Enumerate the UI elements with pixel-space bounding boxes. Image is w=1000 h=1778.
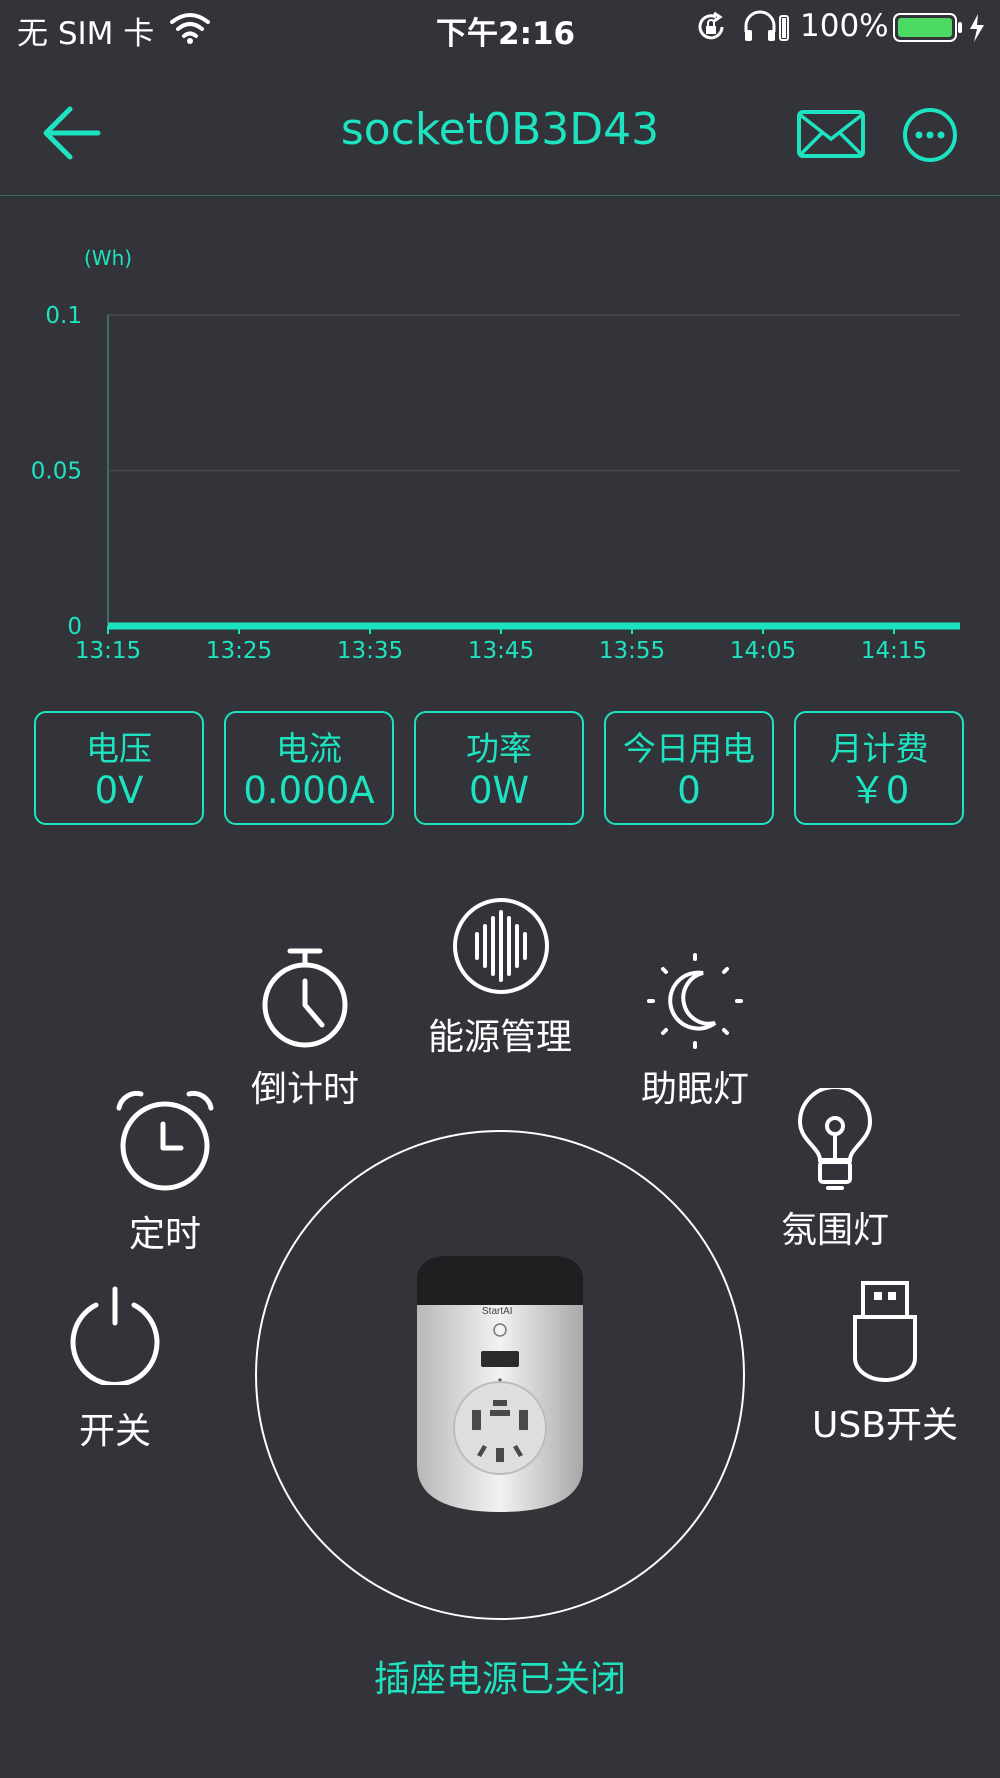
- power-switch-button[interactable]: 开关: [60, 1285, 170, 1452]
- chart-x-tick-label: 14:05: [730, 638, 796, 664]
- stat-label: 电流: [276, 729, 342, 768]
- page-title: socket0B3D43: [340, 104, 660, 155]
- stat-today-usage: 今日用电 0: [604, 711, 774, 825]
- stat-label: 今日用电: [623, 729, 755, 768]
- stat-voltage: 电压 0V: [34, 711, 204, 825]
- stat-power: 功率 0W: [414, 711, 584, 825]
- waveform-icon: [453, 898, 549, 994]
- battery-icon: [893, 13, 984, 42]
- device-status-text: 插座电源已关闭: [373, 1659, 626, 1700]
- usb-switch-label: USB开关: [812, 1405, 958, 1446]
- stat-value: 0V: [94, 769, 144, 812]
- header-divider: [0, 195, 1000, 196]
- sleep-light-button[interactable]: 助眠灯: [620, 945, 770, 1110]
- socket-device-image: StartAI: [417, 1256, 583, 1512]
- stat-label: 电压: [86, 729, 152, 768]
- energy-management-label: 能源管理: [427, 1017, 572, 1058]
- alarm-clock-icon: [116, 1091, 214, 1191]
- ambient-light-button[interactable]: 氛围灯: [770, 1085, 900, 1251]
- chart-x-tick-label: 13:35: [337, 638, 403, 664]
- battery-percent: 100%: [800, 8, 889, 44]
- chart-y-tick-label: 0.1: [45, 303, 82, 329]
- rotation-lock-icon: [698, 11, 724, 40]
- device-brand: StartAI: [482, 1306, 513, 1317]
- light-bulb-icon: [797, 1088, 873, 1190]
- chart-y-tick-label: 0: [67, 614, 82, 640]
- wifi-icon: [170, 13, 210, 44]
- stat-value: 0: [677, 769, 701, 812]
- moon-icon: [647, 953, 743, 1049]
- chart-y-tick-label: 0.05: [31, 459, 82, 485]
- chart-x-tick-label: 13:15: [75, 638, 141, 664]
- headphones-icon: [744, 10, 789, 41]
- stat-current: 电流 0.000A: [224, 711, 394, 825]
- chart-x-tick-label: 13:55: [599, 638, 665, 664]
- usb-icon: [853, 1281, 917, 1382]
- sleep-light-label: 助眠灯: [640, 1069, 749, 1110]
- stat-monthly-fee: 月计费 ￥0: [794, 711, 964, 825]
- energy-management-button[interactable]: 能源管理: [420, 890, 580, 1058]
- more-icon[interactable]: [902, 107, 958, 163]
- stat-value: ￥0: [848, 769, 910, 812]
- countdown-label: 倒计时: [250, 1069, 359, 1110]
- countdown-button[interactable]: 倒计时: [235, 945, 375, 1110]
- power-switch-label: 开关: [78, 1411, 151, 1452]
- timer-label: 定时: [128, 1214, 201, 1255]
- stat-value: 0W: [468, 769, 530, 812]
- carrier-label: 无 SIM 卡: [17, 16, 155, 52]
- power-icon: [70, 1286, 160, 1385]
- chart-unit-label: (Wh): [84, 246, 132, 270]
- stat-label: 月计费: [829, 729, 929, 768]
- envelope-icon[interactable]: [796, 109, 866, 159]
- timer-button[interactable]: 定时: [105, 1085, 225, 1255]
- usb-switch-button[interactable]: USB开关: [800, 1280, 970, 1446]
- back-arrow-icon[interactable]: [42, 105, 102, 161]
- ambient-light-label: 氛围灯: [780, 1210, 889, 1251]
- stopwatch-icon: [262, 948, 348, 1048]
- chart-x-tick-label: 14:15: [861, 638, 927, 664]
- energy-chart: (Wh) 0.1 0.05 013:15 13:25 13:35 13:45 13:55 14:…: [31, 246, 960, 664]
- status-time: 下午2:16: [436, 16, 576, 52]
- chart-x-tick-label: 13:25: [206, 638, 272, 664]
- stat-label: 功率: [466, 729, 532, 768]
- chart-x-tick-label: 13:45: [468, 638, 534, 664]
- stat-value: 0.000A: [243, 769, 375, 812]
